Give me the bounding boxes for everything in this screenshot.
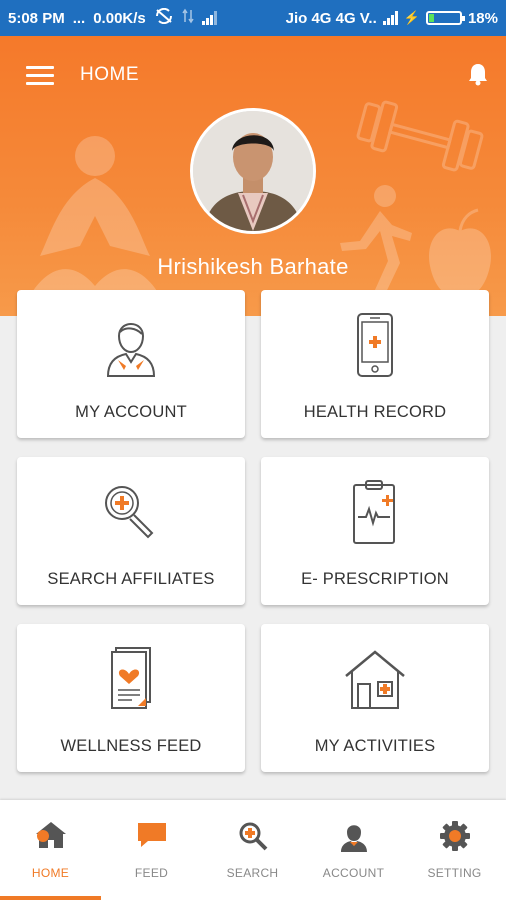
charging-icon: ⚡ — [403, 10, 420, 25]
nav-label: SETTING — [427, 866, 482, 880]
tile-e-prescription[interactable]: E- PRESCRIPTION — [261, 457, 489, 605]
bottom-nav: HOME FEED SEARCH ACCOUNT SETTING — [0, 800, 506, 900]
nav-label: FEED — [134, 866, 169, 880]
dumbbell-illustration-icon — [356, 100, 484, 172]
tile-label: MY ACCOUNT — [75, 403, 187, 421]
battery-icon — [425, 11, 465, 25]
menu-icon[interactable] — [26, 66, 54, 86]
user-icon — [340, 825, 367, 852]
clipboard-ecg-icon — [353, 480, 395, 544]
status-time: 5:08 PM — [8, 9, 65, 27]
signal-1-icon — [201, 11, 217, 25]
nav-search[interactable]: SEARCH — [202, 800, 303, 900]
profile-header: HOME Hrishikesh Barhate — [0, 36, 506, 316]
nav-account[interactable]: ACCOUNT — [303, 800, 404, 900]
magnifier-plus-icon — [105, 486, 154, 539]
profile-name: Hrishikesh Barhate — [157, 254, 349, 279]
nav-home[interactable]: HOME — [0, 800, 101, 900]
tile-label: E- PRESCRIPTION — [301, 570, 449, 588]
nav-setting[interactable]: SETTING — [404, 800, 505, 900]
tile-label: HEALTH RECORD — [303, 403, 447, 421]
tile-search-affiliates[interactable]: SEARCH AFFILIATES — [17, 457, 245, 605]
nav-feed[interactable]: FEED — [101, 800, 202, 900]
signal-2-icon — [382, 11, 398, 25]
home-icon — [35, 822, 66, 848]
notification-bell-icon[interactable] — [468, 62, 488, 91]
nav-label: ACCOUNT — [322, 866, 385, 880]
tile-my-activities[interactable]: MY ACTIVITIES — [261, 624, 489, 772]
profile-avatar[interactable] — [190, 108, 316, 234]
page-title: HOME — [80, 64, 139, 85]
carrier-label: Jio 4G 4G V.. — [285, 9, 377, 27]
sync-off-icon — [154, 7, 174, 28]
tile-label: SEARCH AFFILIATES — [47, 570, 215, 588]
account-icon — [106, 323, 156, 377]
chat-icon — [137, 823, 166, 847]
status-bar: 5:08 PM ... 0.00K/s Jio 4G 4G V.. ⚡ 18% — [0, 0, 506, 36]
nav-label: SEARCH — [226, 866, 279, 880]
heart-document-icon — [111, 647, 151, 709]
tile-my-account[interactable]: MY ACCOUNT — [17, 290, 245, 438]
house-icon — [345, 650, 405, 709]
search-icon — [239, 822, 267, 851]
gear-icon — [439, 821, 470, 851]
battery-percent: 18% — [467, 9, 498, 27]
tile-health-record[interactable]: HEALTH RECORD — [261, 290, 489, 438]
data-arrows-icon — [182, 8, 194, 28]
nav-label: HOME — [31, 866, 70, 880]
yoga-illustration-icon — [20, 136, 170, 316]
active-indicator — [0, 896, 101, 900]
tile-label: WELLNESS FEED — [60, 737, 202, 755]
status-net-speed: 0.00K/s — [93, 9, 146, 27]
phone-plus-icon — [357, 313, 393, 377]
tile-label: MY ACTIVITIES — [314, 737, 436, 755]
tile-wellness-feed[interactable]: WELLNESS FEED — [17, 624, 245, 772]
status-dots: ... — [72, 9, 86, 27]
